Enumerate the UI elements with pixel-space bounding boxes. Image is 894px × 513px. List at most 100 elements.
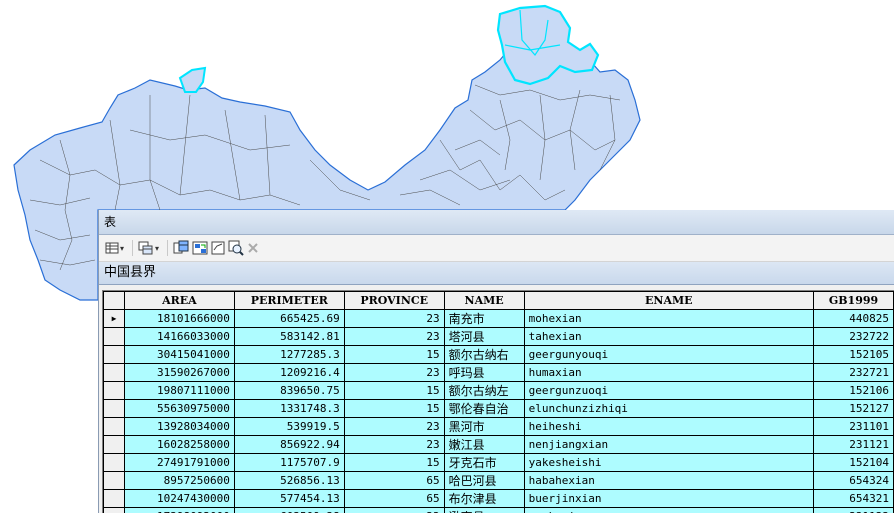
cell-province[interactable]: 23 [343, 363, 445, 382]
row-selector[interactable] [103, 471, 125, 490]
column-header-gb1999[interactable]: GB1999 [813, 291, 894, 310]
cell-gb1999[interactable]: 232721 [813, 363, 894, 382]
table-row[interactable]: 10247430000 577454.13 65 布尔津县 buerjinxian 654… [103, 489, 894, 508]
row-selector[interactable] [103, 345, 125, 364]
row-selector[interactable] [103, 417, 125, 436]
clear-selection-button[interactable] [211, 238, 225, 258]
table-name-tab[interactable]: 中国县界 [99, 262, 894, 285]
row-selector[interactable] [103, 381, 125, 400]
cell-name[interactable]: 额尔古纳右 [443, 345, 525, 364]
cell-perimeter[interactable]: 526856.13 [233, 471, 345, 490]
cell-gb1999[interactable]: 152104 [813, 453, 894, 472]
switch-selection-button[interactable] [192, 238, 208, 258]
column-header-ename[interactable]: ENAME [523, 291, 815, 310]
cell-name[interactable]: 哈巴河县 [443, 471, 525, 490]
cell-ename[interactable]: heiheshi [523, 417, 815, 436]
cell-name[interactable]: 额尔古纳左 [443, 381, 525, 400]
cell-gb1999[interactable]: 654324 [813, 471, 894, 490]
cell-ename[interactable]: buerjinxian [523, 489, 815, 508]
table-options-button[interactable]: ▾ [105, 238, 124, 258]
cell-gb1999[interactable]: 231121 [813, 435, 894, 454]
cell-ename[interactable]: tahexian [523, 327, 815, 346]
cell-ename[interactable]: yakesheishi [523, 453, 815, 472]
cell-area[interactable]: 13928034000 [123, 417, 235, 436]
cell-perimeter[interactable]: 603509.38 [233, 507, 345, 513]
row-selector[interactable] [103, 453, 125, 472]
cell-ename[interactable]: nenjiangxian [523, 435, 815, 454]
cell-province[interactable]: 23 [343, 309, 445, 328]
cell-name[interactable]: 鄂伦春自治 [443, 399, 525, 418]
select-by-attributes-button[interactable] [173, 238, 189, 258]
table-row[interactable]: 30415041000 1277285.3 15 额尔古纳右 geergunyouqi 1… [103, 345, 894, 364]
row-selector[interactable] [103, 363, 125, 382]
cell-perimeter[interactable]: 1331748.3 [233, 399, 345, 418]
current-row-indicator[interactable]: ▶ [103, 309, 125, 328]
cell-area[interactable]: 30415041000 [123, 345, 235, 364]
table-row[interactable]: 19807111000 839650.75 15 额尔古纳左 geergunzuoqi 1… [103, 381, 894, 400]
cell-name[interactable]: 南充市 [443, 309, 525, 328]
cell-ename[interactable]: elunchunzizhiqi [523, 399, 815, 418]
attribute-table-window[interactable]: 表 ▾ ▾ 中国县界 AREA PERIMETER PROVINCE NAME … [98, 210, 894, 513]
row-selector[interactable] [103, 327, 125, 346]
row-selector[interactable] [103, 399, 125, 418]
table-row[interactable]: 17398092000603509.3823逊克县xunkexian231123 [103, 507, 894, 513]
cell-perimeter[interactable]: 577454.13 [233, 489, 345, 508]
cell-ename[interactable]: geergunzuoqi [523, 381, 815, 400]
cell-perimeter[interactable]: 1209216.4 [233, 363, 345, 382]
related-tables-button[interactable]: ▾ [138, 238, 159, 258]
column-header-area[interactable]: AREA [123, 291, 235, 310]
cell-province[interactable]: 15 [343, 399, 445, 418]
cell-name[interactable]: 塔河县 [443, 327, 525, 346]
cell-ename[interactable]: mohexian [523, 309, 815, 328]
column-header-province[interactable]: PROVINCE [343, 291, 445, 310]
cell-area[interactable]: 16028258000 [123, 435, 235, 454]
cell-perimeter[interactable]: 1277285.3 [233, 345, 345, 364]
cell-perimeter[interactable]: 839650.75 [233, 381, 345, 400]
cell-gb1999[interactable]: 152106 [813, 381, 894, 400]
cell-name[interactable]: 布尔津县 [443, 489, 525, 508]
cell-perimeter[interactable]: 665425.69 [233, 309, 345, 328]
row-selector-header[interactable] [103, 291, 125, 310]
cell-gb1999[interactable]: 231123 [813, 507, 894, 513]
attribute-grid[interactable]: AREA PERIMETER PROVINCE NAME ENAME GB199… [102, 290, 894, 513]
cell-ename[interactable]: xunkexian [523, 507, 815, 513]
cell-gb1999[interactable]: 654321 [813, 489, 894, 508]
cell-perimeter[interactable]: 583142.81 [233, 327, 345, 346]
column-header-name[interactable]: NAME [443, 291, 525, 310]
cell-province[interactable]: 23 [343, 417, 445, 436]
cell-gb1999[interactable]: 232722 [813, 327, 894, 346]
cell-area[interactable]: 8957250600 [123, 471, 235, 490]
table-row[interactable]: 16028258000 856922.94 23 嫩江县 nenjiangxian 231… [103, 435, 894, 454]
row-selector[interactable] [103, 489, 125, 508]
delete-selected-button[interactable] [247, 238, 259, 258]
cell-area[interactable]: 14166033000 [123, 327, 235, 346]
table-row[interactable]: 55630975000 1331748.3 15 鄂伦春自治 elunchunzizhi… [103, 399, 894, 418]
cell-province[interactable]: 15 [343, 453, 445, 472]
window-title-bar[interactable]: 表 [99, 210, 894, 235]
cell-area[interactable]: 17398092000 [123, 507, 235, 513]
cell-gb1999[interactable]: 152127 [813, 399, 894, 418]
cell-name[interactable]: 逊克县 [443, 507, 525, 513]
table-row[interactable]: 14166033000 583142.81 23 塔河县 tahexian 232722 [103, 327, 894, 346]
cell-perimeter[interactable]: 1175707.9 [233, 453, 345, 472]
cell-perimeter[interactable]: 856922.94 [233, 435, 345, 454]
table-row[interactable]: ▶ 18101666000 665425.69 23 南充市 mohexian 440825 [103, 309, 894, 328]
table-row[interactable]: 27491791000 1175707.9 15 牙克石市 yakesheishi 152… [103, 453, 894, 472]
cell-province[interactable]: 15 [343, 345, 445, 364]
row-selector[interactable] [103, 507, 125, 513]
table-row[interactable]: 13928034000 539919.5 23 黑河市 heiheshi 231101 [103, 417, 894, 436]
cell-area[interactable]: 55630975000 [123, 399, 235, 418]
cell-name[interactable]: 牙克石市 [443, 453, 525, 472]
cell-ename[interactable]: geergunyouqi [523, 345, 815, 364]
cell-area[interactable]: 18101666000 [123, 309, 235, 328]
zoom-to-selected-button[interactable] [228, 238, 244, 258]
cell-name[interactable]: 呼玛县 [443, 363, 525, 382]
cell-province[interactable]: 65 [343, 471, 445, 490]
cell-province[interactable]: 23 [343, 435, 445, 454]
cell-area[interactable]: 19807111000 [123, 381, 235, 400]
cell-province[interactable]: 65 [343, 489, 445, 508]
cell-province[interactable]: 23 [343, 507, 445, 513]
cell-name[interactable]: 嫩江县 [443, 435, 525, 454]
row-selector[interactable] [103, 435, 125, 454]
cell-gb1999[interactable]: 440825 [813, 309, 894, 328]
